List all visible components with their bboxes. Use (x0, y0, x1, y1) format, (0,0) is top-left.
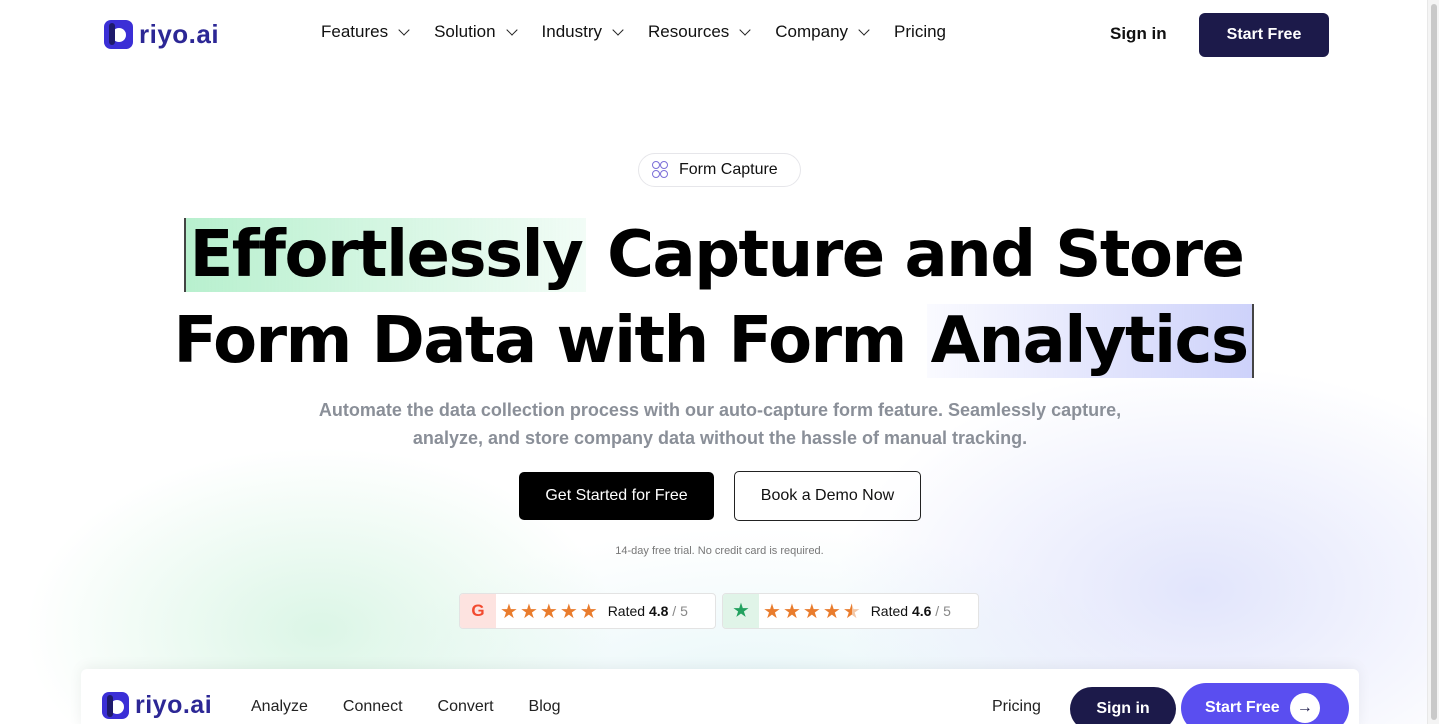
nav-item-company[interactable]: Company (775, 22, 870, 42)
logo-mark-icon (102, 692, 129, 719)
nav-item-solution[interactable]: Solution (434, 22, 518, 42)
scrollbar-thumb[interactable] (1431, 4, 1437, 720)
nav-item-pricing[interactable]: Pricing (894, 22, 946, 42)
half-star-icon: ★ (842, 600, 861, 623)
star-icon: ★ (539, 600, 558, 623)
preview-logo: riyo.ai (102, 691, 212, 720)
logo-text: riyo.ai (139, 19, 220, 49)
trustpilot-icon: ★ (723, 594, 759, 628)
trial-note: 14-day free trial. No credit card is req… (615, 545, 824, 557)
headline-highlight-green: Effortlessly (183, 218, 587, 292)
star-icon: ★ (500, 600, 518, 623)
star-icon: ★ (559, 600, 578, 623)
star-icon: ★ (763, 600, 781, 623)
headline-highlight-blue: Analytics (926, 304, 1254, 378)
headline-line-1: Effortlessly Capture and Store (0, 213, 1427, 297)
sign-in-link[interactable]: Sign in (1110, 24, 1167, 44)
nav-label: Pricing (894, 22, 947, 41)
hero-subtitle: Automate the data collection process wit… (270, 396, 1170, 452)
rating-text: Rated 4.6 / 5 (870, 603, 951, 619)
star-icon: ★ (782, 600, 801, 623)
nav-label: Industry (541, 22, 603, 41)
star-icon: ★ (519, 600, 538, 623)
star-icon: ★ (579, 600, 598, 623)
chevron-down-icon (858, 24, 870, 36)
chevron-down-icon (739, 24, 751, 36)
preview-sign-in-button[interactable]: Sign in (1070, 687, 1176, 724)
rating-score: 4.8 (648, 603, 669, 619)
get-started-button[interactable]: Get Started for Free (519, 472, 714, 520)
star-icon: ★ (802, 600, 821, 623)
nav-label: Resources (648, 22, 730, 41)
main-nav: Features Solution Industry Resources Com… (321, 22, 946, 42)
chevron-down-icon (398, 24, 410, 36)
rating-score: 4.6 (911, 603, 932, 619)
nav-item-features[interactable]: Features (321, 22, 410, 42)
g2-icon: G (460, 594, 496, 628)
book-demo-button[interactable]: Book a Demo Now (734, 471, 921, 521)
subtitle-line: Automate the data collection process wit… (318, 400, 1122, 420)
preview-nav-analyze[interactable]: Analyze (251, 698, 308, 716)
star-icon: ★ (822, 600, 841, 623)
subtitle-line: analyze, and store company data without … (412, 428, 1028, 448)
preview-pricing-link[interactable]: Pricing (992, 698, 1041, 716)
nav-label: Company (775, 22, 849, 41)
nav-item-resources[interactable]: Resources (648, 22, 751, 42)
scrollbar[interactable] (1427, 0, 1439, 724)
chevron-down-icon (505, 24, 518, 36)
nav-item-industry[interactable]: Industry (541, 22, 624, 42)
logo-mark-icon (104, 20, 133, 49)
star-rating: ★ ★ ★ ★ ★ (763, 599, 861, 624)
product-preview: riyo.ai Analyze Connect Convert Blog Pri… (81, 669, 1359, 724)
rating-g2[interactable]: G ★ ★ ★ ★ ★ Rated 4.8 / 5 (459, 593, 716, 629)
preview-nav: Analyze Connect Convert Blog (251, 698, 561, 716)
preview-start-free-button[interactable]: Start Free → (1181, 683, 1349, 724)
preview-nav-blog[interactable]: Blog (529, 698, 561, 716)
headline-line-2: Form Data with Form Analytics (0, 299, 1427, 383)
preview-nav-connect[interactable]: Connect (343, 698, 403, 716)
preview-logo-text: riyo.ai (135, 691, 213, 719)
nav-label: Features (321, 22, 389, 41)
chevron-down-icon (612, 24, 624, 36)
nav-label: Solution (434, 22, 496, 41)
rating-text: Rated 4.8 / 5 (607, 603, 688, 619)
rating-trustpilot[interactable]: ★ ★ ★ ★ ★ ★ Rated 4.6 / 5 (722, 593, 979, 629)
circles-icon (651, 161, 669, 179)
headline-text: Form Data with Form (173, 304, 907, 378)
site-header: riyo.ai Features Solution Industry Resou… (0, 0, 1427, 70)
preview-start-free-label: Start Free (1205, 699, 1280, 716)
feature-pill: Form Capture (638, 153, 801, 187)
logo[interactable]: riyo.ai (104, 19, 219, 50)
pill-label: Form Capture (679, 161, 778, 178)
preview-nav-convert[interactable]: Convert (438, 698, 494, 716)
start-free-button[interactable]: Start Free (1199, 13, 1329, 57)
star-rating: ★ ★ ★ ★ ★ (500, 599, 598, 624)
headline-text: Capture and Store (607, 218, 1245, 292)
arrow-right-icon: → (1289, 693, 1320, 723)
